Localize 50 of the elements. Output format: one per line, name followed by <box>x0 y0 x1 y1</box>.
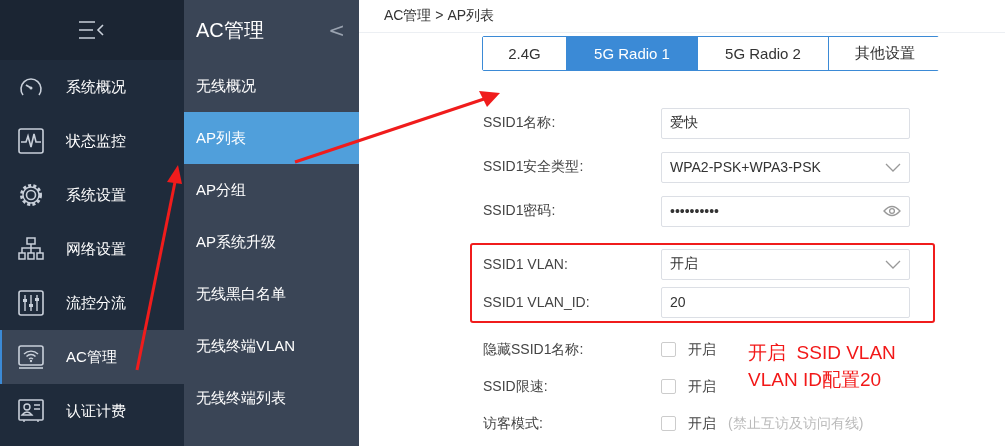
sliders-icon <box>18 290 44 316</box>
checkbox-label: 开启 <box>688 377 716 396</box>
checkbox[interactable] <box>661 416 676 431</box>
nav-item[interactable]: 网络设置 <box>0 222 184 276</box>
menu-item[interactable]: AP系统升级 <box>184 216 359 268</box>
select-field[interactable]: 开启 <box>661 248 910 280</box>
field-label: SSID1密码: <box>483 202 557 220</box>
pulse-icon <box>18 128 44 154</box>
annotation-text: 开启 SSID VLAN <box>748 341 896 365</box>
field-label: 访客模式: <box>483 414 544 433</box>
nav-item[interactable]: 系统概况 <box>0 60 184 114</box>
password-field[interactable]: •••••••••• <box>661 195 910 227</box>
field-label: SSID1安全类型: <box>483 158 585 176</box>
menu-collapse-icon[interactable] <box>78 20 106 40</box>
breadcrumb: AC管理 > AP列表 <box>384 7 495 25</box>
text-field[interactable]: 20 <box>661 286 910 318</box>
checkbox-label: 开启 <box>688 340 716 359</box>
collapse-button[interactable]: < <box>328 18 345 42</box>
gear-icon <box>18 182 44 208</box>
tab[interactable]: 5G Radio 1 <box>567 37 698 70</box>
field-label: 隐藏SSID1名称: <box>483 340 585 359</box>
tab[interactable]: 2.4G <box>483 37 567 70</box>
hint-text: (禁止互访及访问有线) <box>728 414 864 433</box>
field-label: SSID1 VLAN: <box>483 256 569 272</box>
menu-item[interactable]: 无线概况 <box>184 60 359 112</box>
menu-item[interactable]: 无线黑白名单 <box>184 268 359 320</box>
chevron-down-icon <box>885 162 901 172</box>
chevron-down-icon <box>885 259 901 269</box>
checkbox[interactable] <box>661 379 676 394</box>
network-icon <box>18 237 44 261</box>
nav-item[interactable]: AC管理 <box>0 330 184 384</box>
field-label: SSID1名称: <box>483 114 557 132</box>
menu-item[interactable]: 无线终端VLAN <box>184 320 359 372</box>
wifi-icon <box>18 345 44 369</box>
panel-title: AC管理 <box>196 17 264 43</box>
field-label: SSID限速: <box>483 377 549 396</box>
nav-item[interactable]: 状态监控 <box>0 114 184 168</box>
id-card-icon <box>18 399 44 423</box>
select-field[interactable]: WPA2-PSK+WPA3-PSK <box>661 151 910 183</box>
menu-item[interactable]: AP分组 <box>184 164 359 216</box>
checkbox[interactable] <box>661 342 676 357</box>
nav-item[interactable]: 认证计费 <box>0 384 184 438</box>
annotation-text: VLAN ID配置20 <box>748 368 883 392</box>
menu-item[interactable]: 无线终端列表 <box>184 372 359 424</box>
field-label: SSID1 VLAN_ID: <box>483 294 591 310</box>
eye-icon[interactable] <box>883 205 901 217</box>
nav-item[interactable]: 系统设置 <box>0 168 184 222</box>
nav-item[interactable]: 流控分流 <box>0 276 184 330</box>
text-field[interactable]: 爱快 <box>661 107 910 139</box>
checkbox-label: 开启 <box>688 414 716 433</box>
